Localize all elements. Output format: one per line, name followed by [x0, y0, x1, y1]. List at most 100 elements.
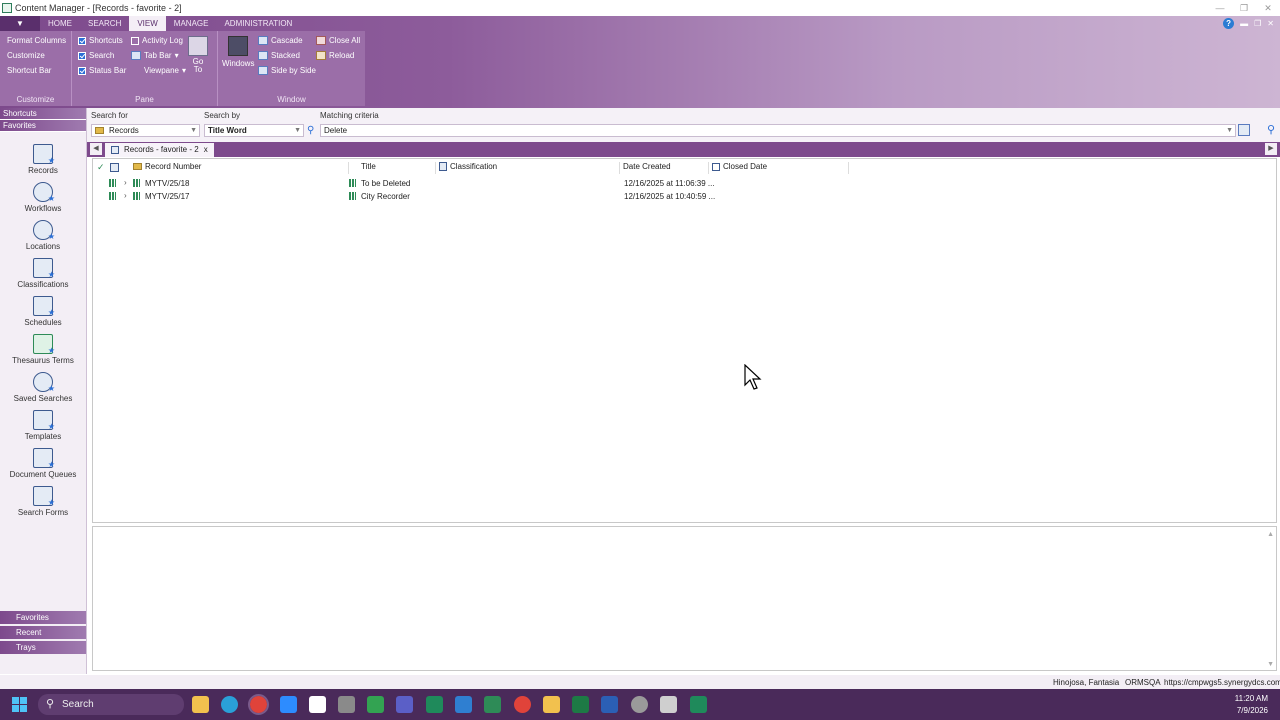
table-row[interactable]: › MYTV/25/18 To be Deleted 12/16/2025 at… [93, 178, 1276, 191]
checkbox-icon [78, 36, 86, 45]
shortcut-search-forms[interactable]: ★ Search Forms [0, 486, 86, 517]
app-icon[interactable] [338, 696, 355, 713]
ribbon-close-icon[interactable]: ✕ [1267, 19, 1274, 28]
column-divider[interactable] [348, 162, 349, 174]
calculator-icon[interactable] [660, 696, 677, 713]
column-classification[interactable]: Classification [439, 162, 497, 171]
shortcut-thesaurus-terms[interactable]: ★ Thesaurus Terms [0, 334, 86, 365]
tab-manage[interactable]: MANAGE [166, 16, 217, 31]
scroll-up-icon[interactable]: ▲ [1267, 531, 1274, 538]
close-icon[interactable]: ✕ [1256, 0, 1280, 16]
status-bar-checkbox[interactable]: Status Bar [78, 66, 126, 75]
help-icon[interactable]: ? [1223, 18, 1235, 29]
edge-icon[interactable] [221, 696, 238, 713]
expand-chevron-icon[interactable]: › [124, 191, 127, 200]
customize-button[interactable]: Customize [7, 51, 45, 60]
tab-view[interactable]: VIEW [129, 16, 166, 31]
close-tab-icon[interactable]: x [204, 143, 208, 157]
reload-button[interactable]: Reload [316, 51, 354, 60]
scroll-right-icon[interactable]: ▶ [1265, 143, 1277, 155]
column-divider[interactable] [848, 162, 849, 174]
shortcut-templates[interactable]: ★ Templates [0, 410, 86, 441]
folder-icon[interactable] [543, 696, 560, 713]
shortcut-label: Search Forms [17, 508, 69, 517]
favorites-header[interactable]: Favorites [0, 120, 86, 132]
app-menu-button[interactable]: ▼ [0, 16, 40, 31]
shortcut-document-queues[interactable]: ★ Document Queues [0, 448, 86, 479]
taskbar-search[interactable]: ⚲ Search [38, 694, 184, 715]
tab-search[interactable]: SEARCH [80, 16, 129, 31]
tab-bar-label: Tab Bar [144, 51, 172, 60]
document-icon[interactable] [455, 696, 472, 713]
tab-administration[interactable]: ADMINISTRATION [216, 16, 300, 31]
cascade-button[interactable]: Cascade [258, 36, 303, 45]
tab-home[interactable]: HOME [40, 16, 80, 31]
shortcut-label: Workflows [24, 204, 62, 213]
restore-icon[interactable]: ❐ [1232, 0, 1256, 16]
chrome-icon[interactable] [248, 694, 269, 715]
word-icon[interactable] [601, 696, 618, 713]
search-for-select[interactable]: Records ▼ [91, 124, 200, 137]
tab-records-favorite-2[interactable]: Records - favorite - 2 x [105, 143, 214, 157]
teams-icon[interactable] [396, 696, 413, 713]
goto-button[interactable]: Go To [188, 36, 208, 74]
activity-log-checkbox[interactable]: Activity Log [131, 36, 183, 45]
expand-chevron-icon[interactable]: › [124, 178, 127, 187]
ribbon-restore-icon[interactable]: ❐ [1254, 19, 1261, 28]
content-manager-active-icon[interactable] [690, 696, 707, 713]
shortcuts-checkbox[interactable]: Shortcuts [78, 36, 123, 45]
minimize-icon[interactable]: — [1208, 0, 1232, 16]
tools-icon[interactable] [367, 696, 384, 713]
windows-button[interactable]: Windows [222, 36, 254, 68]
viewpane-dropdown[interactable]: Viewpane ▾ [131, 66, 186, 75]
taskbar-clock[interactable]: 11:20 AM 7/9/2026 [1235, 693, 1268, 717]
excel-icon[interactable] [572, 696, 589, 713]
shortcuts-header[interactable]: Shortcuts [0, 108, 86, 120]
scroll-down-icon[interactable]: ▼ [1267, 661, 1274, 668]
column-date-created[interactable]: Date Created [623, 162, 671, 171]
matching-criteria-input[interactable]: Delete ▼ [320, 124, 1236, 137]
zoom-icon[interactable] [280, 696, 297, 713]
cascade-label: Cascade [271, 36, 303, 45]
search-checkbox[interactable]: Search [78, 51, 114, 60]
search-options-icon[interactable] [1238, 124, 1250, 136]
ribbon-minimize-icon[interactable]: ▬ [1240, 19, 1248, 28]
record-type-icon [133, 179, 140, 187]
search-by-select[interactable]: Title Word ▼ [204, 124, 304, 137]
tab-bar-dropdown[interactable]: Tab Bar ▾ [131, 51, 179, 60]
column-title[interactable]: Title [361, 162, 376, 171]
close-all-button[interactable]: Close All [316, 36, 360, 45]
shortcut-classifications[interactable]: ★ Classifications [0, 258, 86, 289]
windows-start-icon[interactable] [12, 697, 28, 713]
search-icon[interactable]: ⚲ [307, 125, 314, 136]
pane-group-label: Pane [135, 95, 154, 104]
column-divider[interactable] [708, 162, 709, 174]
shortcut-workflows[interactable]: ★ Workflows [0, 182, 86, 213]
search-label: Search [89, 51, 115, 60]
shortcut-schedules[interactable]: ★ Schedules [0, 296, 86, 327]
google-icon[interactable] [309, 696, 326, 713]
chrome-alt-icon[interactable] [514, 696, 531, 713]
column-divider[interactable] [619, 162, 620, 174]
trays-header[interactable]: Trays [0, 641, 86, 654]
format-columns-button[interactable]: Format Columns [7, 36, 66, 45]
stacked-button[interactable]: Stacked [258, 51, 300, 60]
settings-icon[interactable] [631, 696, 648, 713]
column-divider[interactable] [435, 162, 436, 174]
shortcut-records[interactable]: ★ Records [0, 144, 86, 175]
side-by-side-button[interactable]: Side by Side [258, 66, 316, 75]
recent-tray-header[interactable]: Recent [0, 626, 86, 639]
column-closed-date[interactable]: Closed Date [712, 162, 767, 171]
shortcut-locations[interactable]: ★ Locations [0, 220, 86, 251]
run-search-icon[interactable]: ⚲ [1267, 123, 1275, 136]
column-record-number[interactable]: Record Number [133, 162, 201, 171]
select-all-check-icon[interactable]: ✓ [97, 162, 105, 173]
scroll-left-icon[interactable]: ◀ [90, 143, 102, 155]
shortcut-saved-searches[interactable]: ★ Saved Searches [0, 372, 86, 403]
file-explorer-icon[interactable] [192, 696, 209, 713]
content-manager-icon[interactable] [426, 696, 443, 713]
table-row[interactable]: › MYTV/25/17 City Recorder 12/16/2025 at… [93, 191, 1276, 204]
m365-icon[interactable] [484, 696, 501, 713]
shortcut-bar-button[interactable]: Shortcut Bar [7, 66, 51, 75]
favorites-tray-header[interactable]: Favorites [0, 611, 86, 624]
